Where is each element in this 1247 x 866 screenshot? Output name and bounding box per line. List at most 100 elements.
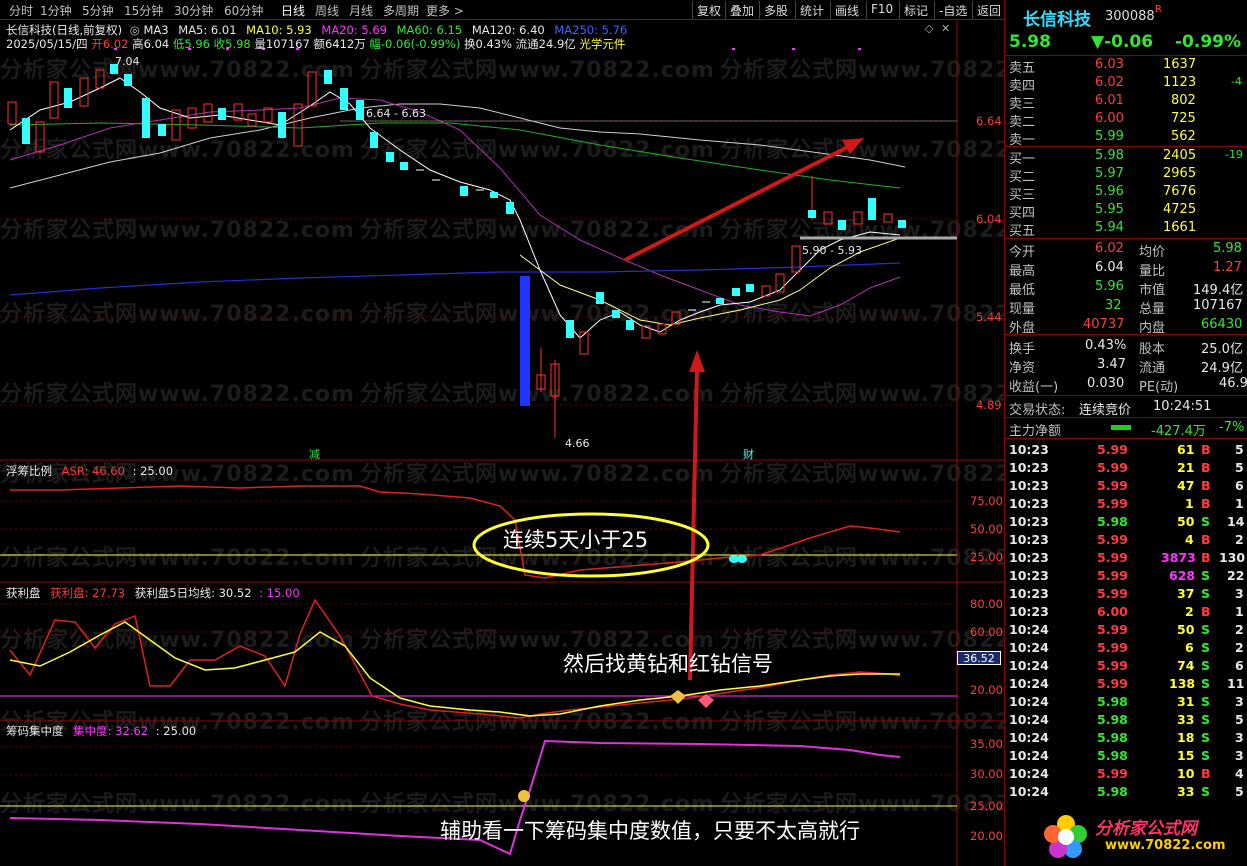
tick-price: 6.00 — [1097, 604, 1128, 619]
diamond-icon[interactable]: ◇ — [925, 22, 933, 35]
mark-button[interactable]: 标记 — [899, 1, 932, 19]
candle-down — [460, 186, 468, 196]
tick-row[interactable]: 10:23 5.99 4 B 2 — [1005, 530, 1247, 548]
ask-row[interactable]: 卖一 5.99 562 — [1005, 128, 1247, 148]
tick-volume: 15 — [1177, 748, 1195, 763]
tick-row[interactable]: 10:24 5.99 138 S 11 — [1005, 674, 1247, 692]
period-tab-multi[interactable]: 多周期 — [383, 2, 419, 19]
tick-row[interactable]: 10:23 5.99 3873 B 130 — [1005, 548, 1247, 566]
candle-down — [400, 162, 408, 170]
tick-row[interactable]: 10:24 5.99 6 S 2 — [1005, 638, 1247, 656]
period-tab-1min[interactable]: 1分钟 — [40, 2, 72, 19]
multi-stock-button[interactable]: 多股 — [759, 1, 792, 19]
profit-threshold-value: : 15.00 — [259, 586, 300, 600]
site-logo: 分析家公式网 www.70822.com — [1035, 806, 1247, 866]
period-toolbar: 分时 1分钟 5分钟 15分钟 30分钟 60分钟 日线 周线 月线 多周期 更… — [0, 0, 1004, 20]
period-tab-15min[interactable]: 15分钟 — [124, 2, 163, 19]
annotation-signal-text: 然后找黄钻和红钻信号 — [563, 652, 773, 676]
candle-down — [356, 100, 364, 120]
tick-row[interactable]: 10:23 5.99 37 S 3 — [1005, 584, 1247, 602]
kline-chart[interactable] — [0, 20, 1004, 866]
period-tab-60min[interactable]: 60分钟 — [224, 2, 263, 19]
candle-down — [746, 284, 754, 292]
period-tab-monthly[interactable]: 月线 — [349, 2, 373, 19]
tick-row[interactable]: 10:24 5.99 10 B 4 — [1005, 764, 1247, 782]
tick-side: S — [1201, 676, 1211, 691]
tick-count: 2 — [1235, 640, 1244, 655]
ind2-axis-label: 20.00 — [970, 683, 1003, 697]
ind1-axis-label: 25.00 — [970, 550, 1003, 564]
bid-row[interactable]: 买四 5.95 4725 — [1005, 201, 1247, 221]
tick-row[interactable]: 10:23 5.99 1 B 1 — [1005, 494, 1247, 512]
period-tab-5min[interactable]: 5分钟 — [82, 2, 114, 19]
tick-row[interactable]: 10:24 5.98 18 S 3 — [1005, 728, 1247, 746]
divider — [1005, 238, 1247, 239]
stats-button[interactable]: 统计 — [795, 1, 828, 19]
bid-label: 买五 — [1009, 224, 1036, 239]
tick-row[interactable]: 10:24 5.99 74 S 6 — [1005, 656, 1247, 674]
tick-side: B — [1201, 766, 1211, 781]
tick-row[interactable]: 10:23 6.00 2 B 1 — [1005, 602, 1247, 620]
stat-value: 6.04 — [1095, 260, 1124, 275]
close-icon[interactable]: ✕ — [941, 22, 950, 35]
ask-row[interactable]: 卖二 6.00 725 — [1005, 110, 1247, 130]
stat-value: 5.96 — [1095, 279, 1124, 294]
tick-volume: 1 — [1185, 496, 1194, 511]
tick-count: 1 — [1235, 604, 1244, 619]
trade-state-label: 交易状态: — [1009, 403, 1066, 418]
quote-panel: 长信科技 300088 R 5.98 ▼-0.06 -0.99% 卖五 6.03… — [1004, 0, 1247, 866]
stat-value: 3.47 — [1097, 357, 1126, 372]
tick-side: B — [1201, 496, 1211, 511]
tick-row[interactable]: 10:23 5.99 47 B 6 — [1005, 476, 1247, 494]
stat-key: 流通 — [1139, 361, 1166, 376]
tick-row[interactable]: 10:23 5.99 21 B 5 — [1005, 458, 1247, 476]
overlay-button[interactable]: 叠加 — [725, 1, 758, 19]
tick-row[interactable]: 10:23 5.99 628 S 22 — [1005, 566, 1247, 584]
tick-price: 5.98 — [1097, 514, 1128, 529]
settings-icon[interactable]: ◎ — [130, 23, 140, 37]
bid-row[interactable]: 买五 5.94 1661 — [1005, 219, 1247, 239]
tick-volume: 50 — [1177, 622, 1195, 637]
ask-row[interactable]: 卖五 6.03 1637 — [1005, 56, 1247, 76]
tick-row[interactable]: 10:23 5.98 50 S 14 — [1005, 512, 1247, 530]
period-tab-more[interactable]: 更多 > — [426, 2, 464, 19]
stat-key: 市值 — [1139, 283, 1166, 298]
bid-row[interactable]: 买一 5.98 2405 -19 — [1005, 147, 1247, 167]
trend-arrowhead-icon — [842, 138, 864, 154]
tick-row[interactable]: 10:24 5.99 50 S 2 — [1005, 620, 1247, 638]
tick-time: 10:24 — [1009, 676, 1049, 691]
profit-value: 获利盘: 27.73 — [50, 586, 126, 600]
period-tab-30min[interactable]: 30分钟 — [174, 2, 213, 19]
tick-row[interactable]: 10:24 5.98 31 S 3 — [1005, 692, 1247, 710]
adjust-button[interactable]: 复权 — [692, 1, 725, 19]
tick-row[interactable]: 10:24 5.98 15 S 3 — [1005, 746, 1247, 764]
bar-high: 高6.04 — [132, 37, 170, 51]
ask-price: 6.03 — [1095, 57, 1124, 72]
bid-row[interactable]: 买三 5.96 7676 — [1005, 183, 1247, 203]
remove-watchlist-button[interactable]: -自选 — [934, 1, 971, 19]
stat-key: 均价 — [1139, 245, 1166, 260]
period-tab-timeshare[interactable]: 分时 — [9, 2, 33, 19]
draw-button[interactable]: 画线 — [830, 1, 863, 19]
period-tab-daily[interactable]: 日线 — [281, 2, 305, 19]
ask-row[interactable]: 卖三 6.01 802 — [1005, 92, 1247, 112]
tick-side: S — [1201, 514, 1211, 529]
stat-row: 换手 0.43% 股本 25.0亿 — [1005, 337, 1247, 357]
tick-count: 3 — [1235, 748, 1244, 763]
price-change: ▼-0.06 — [1091, 32, 1154, 52]
period-tab-weekly[interactable]: 周线 — [315, 2, 339, 19]
tick-row[interactable]: 10:24 5.98 33 S 5 — [1005, 782, 1247, 800]
tick-row[interactable]: 10:23 5.99 61 B 5 — [1005, 440, 1247, 458]
tick-row[interactable]: 10:24 5.98 33 S 5 — [1005, 710, 1247, 728]
trade-time: 10:24:51 — [1153, 399, 1212, 414]
stat-value: 0.43% — [1085, 338, 1127, 353]
flow-bar — [1111, 425, 1131, 430]
logo-url: www.70822.com — [1105, 838, 1226, 853]
bid-row[interactable]: 买二 5.97 2965 — [1005, 165, 1247, 185]
f10-button[interactable]: F10 — [866, 1, 897, 19]
divider — [1005, 334, 1247, 335]
ask-row[interactable]: 卖四 6.02 1123 -4 — [1005, 74, 1247, 94]
tick-side: S — [1201, 586, 1211, 601]
back-button[interactable]: 返回 — [972, 1, 1005, 19]
logo-text: 分析家公式网 — [1095, 819, 1197, 839]
